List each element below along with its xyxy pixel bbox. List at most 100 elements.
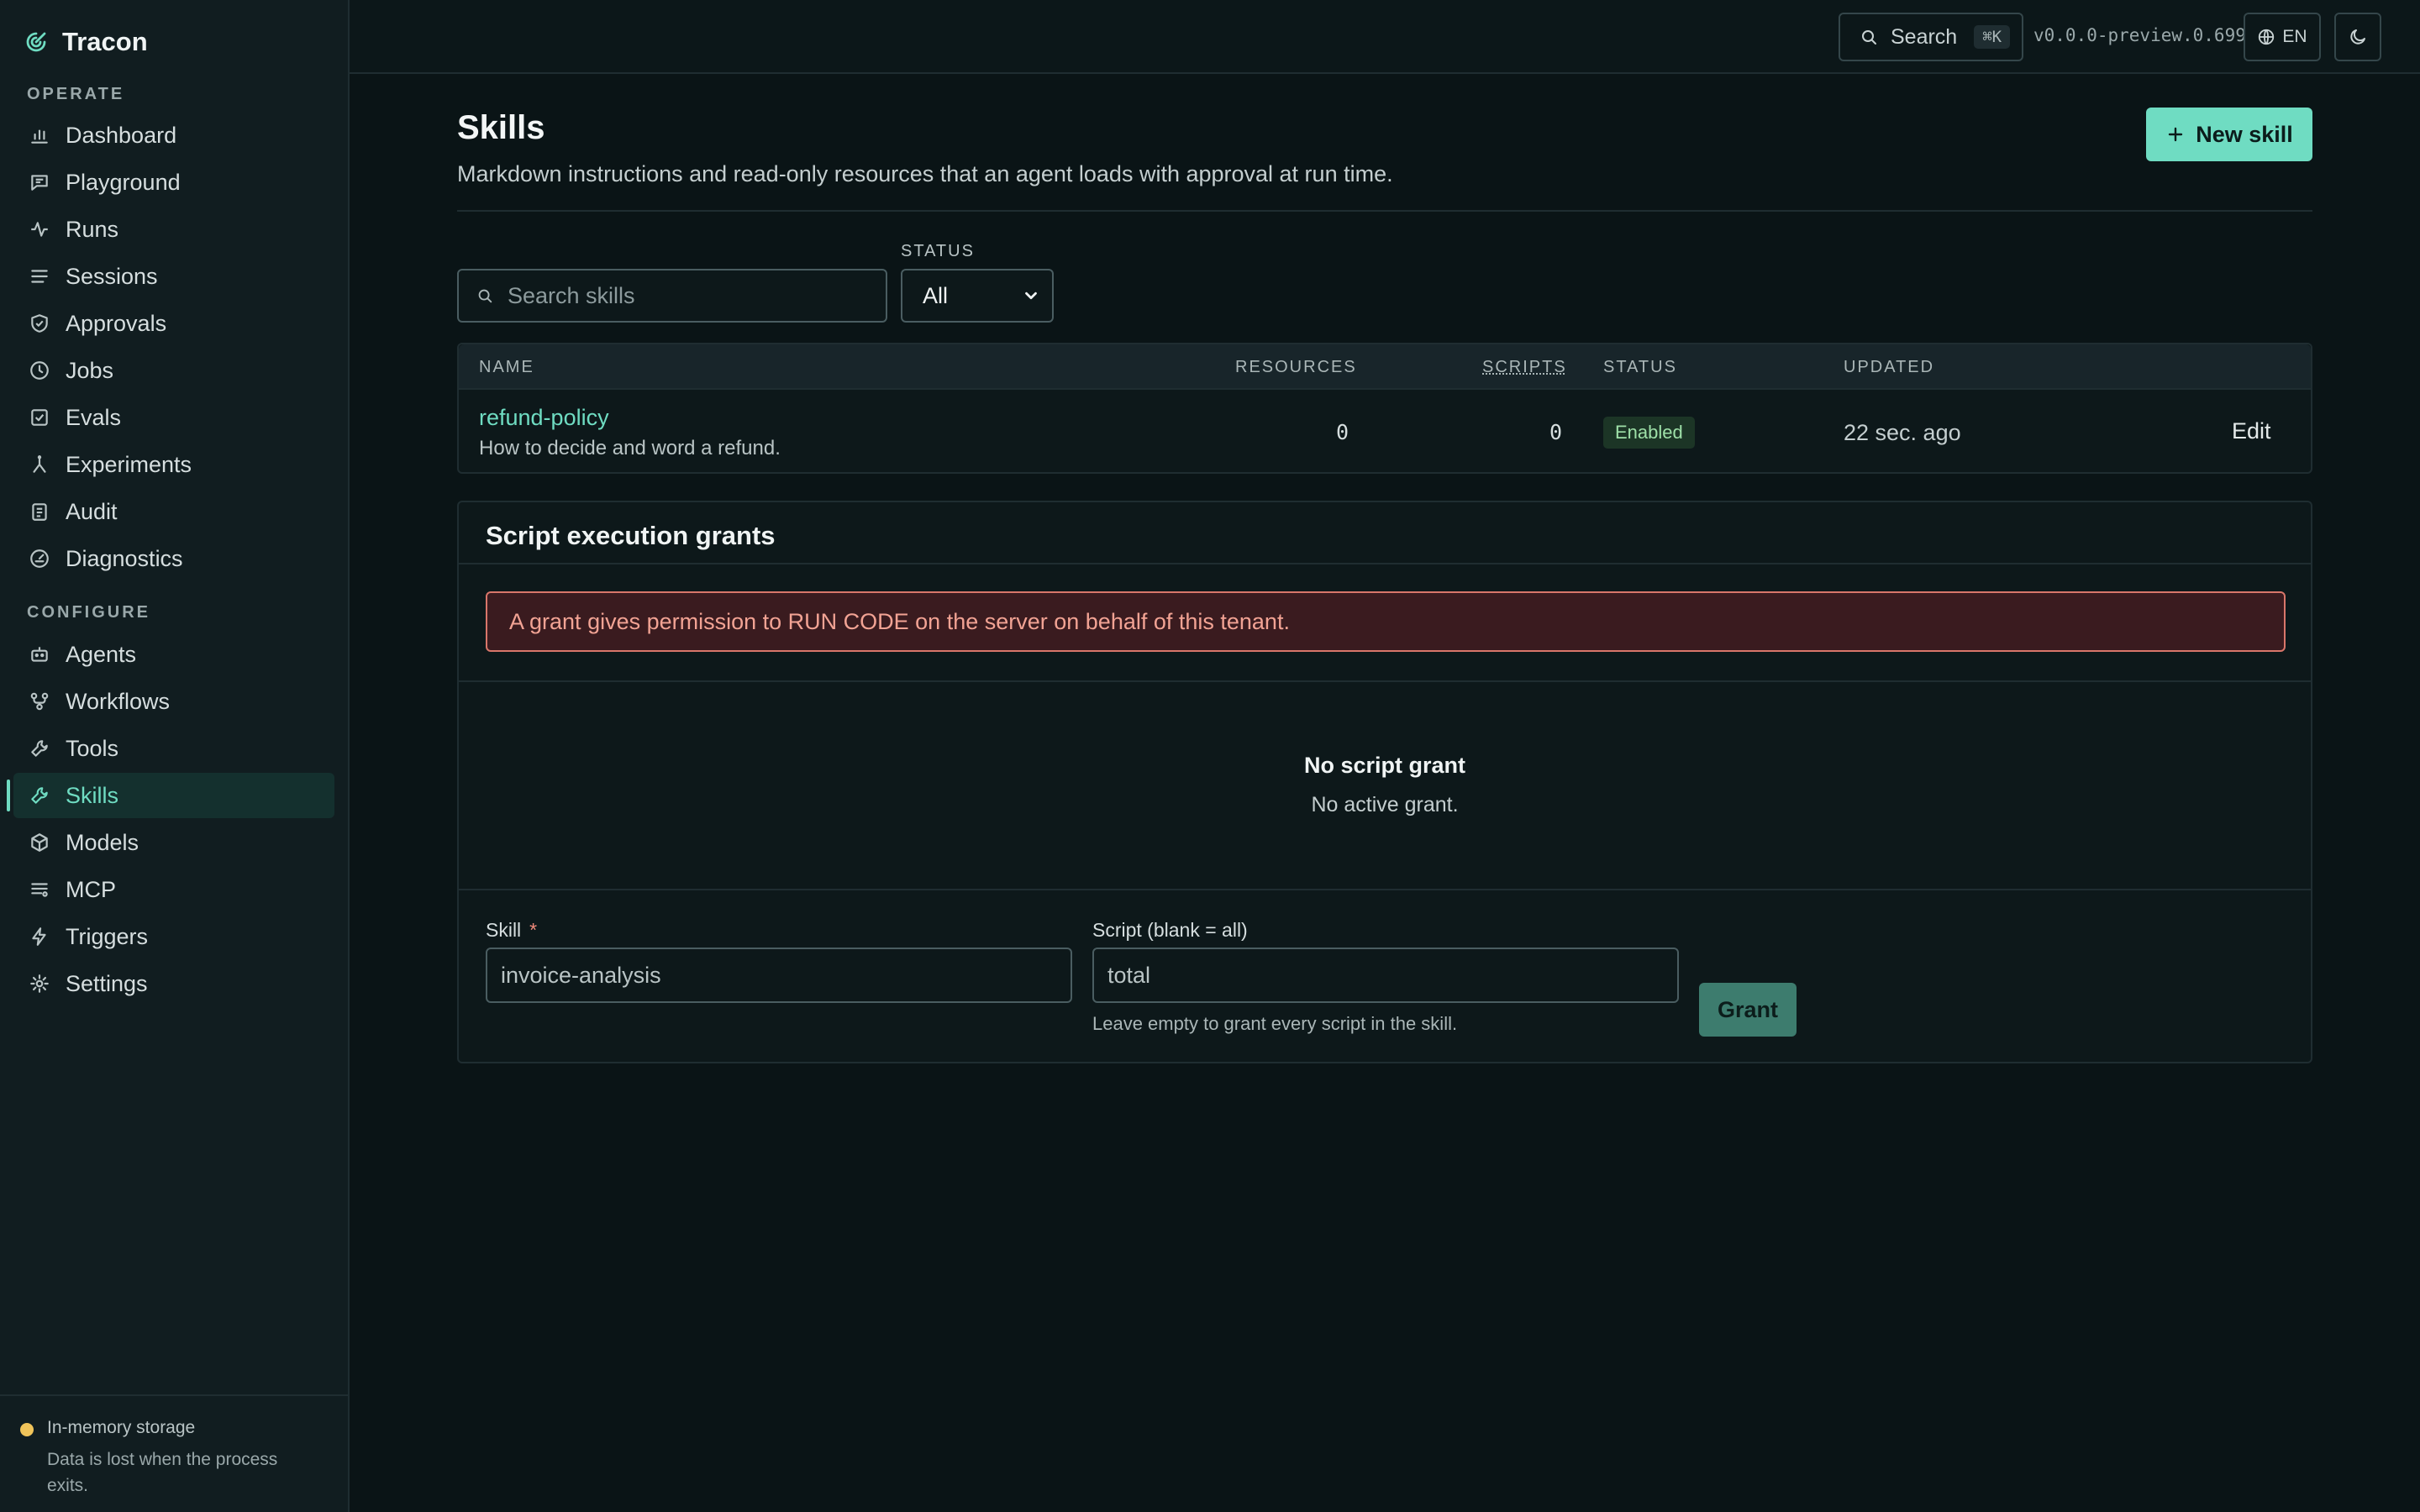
sidebar-item-label: Evals bbox=[66, 404, 122, 430]
wrench-icon bbox=[31, 740, 48, 757]
skill-input[interactable] bbox=[501, 962, 1071, 989]
column-header-scripts[interactable]: SCRIPTS bbox=[1482, 358, 1567, 377]
language-button[interactable]: EN bbox=[2244, 13, 2321, 61]
sidebar-item-label: Audit bbox=[66, 498, 118, 524]
activity-icon bbox=[31, 222, 48, 237]
sidebar-item-models[interactable]: Models bbox=[13, 820, 334, 865]
panel-divider bbox=[459, 680, 2311, 682]
script-field[interactable] bbox=[1092, 948, 1679, 1003]
skill-description: How to decide and word a refund. bbox=[479, 437, 781, 459]
storage-notice-title: In-memory storage bbox=[47, 1418, 196, 1437]
bar-chart-icon bbox=[31, 129, 48, 144]
run-code-warning-text: A grant gives permission to RUN CODE on … bbox=[509, 608, 1290, 634]
skill-search-input[interactable] bbox=[508, 282, 860, 309]
sidebar-item-label: Settings bbox=[66, 970, 148, 996]
sidebar-item-label: Diagnostics bbox=[66, 545, 183, 571]
tracon-logo-icon bbox=[26, 32, 46, 52]
search-shortcut: ⌘K bbox=[1974, 25, 2011, 49]
skill-search-field[interactable] bbox=[457, 269, 887, 323]
sidebar-item-skills[interactable]: Skills bbox=[7, 773, 334, 818]
search-icon bbox=[1862, 30, 1876, 45]
plus-icon bbox=[2169, 127, 2183, 142]
storage-notice: In-memory storage Data is lost when the … bbox=[0, 1394, 348, 1512]
panel-divider bbox=[459, 889, 2311, 890]
storage-notice-description: Data is lost when the process exits. bbox=[47, 1450, 278, 1495]
sidebar-item-sessions[interactable]: Sessions bbox=[13, 254, 334, 299]
table-header: NAME RESOURCES SCRIPTS STATUS UPDATED bbox=[459, 344, 2311, 390]
column-header-name[interactable]: NAME bbox=[479, 358, 534, 377]
script-field-label: Script (blank = all) bbox=[1092, 919, 1248, 941]
sidebar-item-mcp[interactable]: MCP bbox=[13, 867, 334, 912]
script-field-hint: Leave empty to grant every script in the… bbox=[1092, 1013, 1458, 1034]
section-label-operate: OPERATE bbox=[27, 85, 125, 103]
flask-icon bbox=[33, 455, 46, 473]
status-badge: Enabled bbox=[1603, 417, 1695, 449]
sidebar-item-label: MCP bbox=[66, 876, 116, 902]
lightning-icon bbox=[32, 927, 46, 946]
page-subtitle: Markdown instructions and read-only reso… bbox=[457, 161, 1393, 186]
bot-icon bbox=[31, 647, 48, 662]
sidebar-item-label: Jobs bbox=[66, 357, 114, 383]
sidebar-item-jobs[interactable]: Jobs bbox=[13, 348, 334, 393]
skill-resources-count: 0 bbox=[1336, 420, 1349, 444]
column-header-resources[interactable]: RESOURCES bbox=[1235, 358, 1357, 377]
sidebar-item-agents[interactable]: Agents bbox=[13, 632, 334, 677]
new-skill-label: New skill bbox=[2196, 121, 2293, 147]
language-label: EN bbox=[2282, 27, 2307, 46]
skill-field-label: Skill * bbox=[486, 919, 537, 942]
header-divider bbox=[457, 210, 2312, 212]
warning-status-dot bbox=[20, 1423, 34, 1436]
sidebar-item-diagnostics[interactable]: Diagnostics bbox=[13, 536, 334, 581]
grant-button[interactable]: Grant bbox=[1699, 983, 1797, 1037]
sidebar-item-experiments[interactable]: Experiments bbox=[13, 442, 334, 487]
skills-table: NAME RESOURCES SCRIPTS STATUS UPDATED re… bbox=[457, 343, 2312, 474]
gear-icon bbox=[30, 974, 49, 993]
sidebar-item-label: Tools bbox=[66, 735, 119, 761]
sidebar-item-settings[interactable]: Settings bbox=[13, 961, 334, 1006]
cube-icon bbox=[31, 833, 48, 852]
status-filter-label: STATUS bbox=[901, 242, 975, 260]
sidebar-item-approvals[interactable]: Approvals bbox=[13, 301, 334, 346]
chat-icon bbox=[31, 175, 48, 191]
sidebar: Tracon OPERATE Dashboard Playground Runs… bbox=[0, 0, 350, 1512]
sidebar-item-label: Sessions bbox=[66, 263, 158, 289]
skill-field-label-text: Skill bbox=[486, 919, 522, 941]
clipboard-icon bbox=[32, 503, 47, 521]
sidebar-item-dashboard[interactable]: Dashboard bbox=[13, 113, 334, 158]
sidebar-item-label: Agents bbox=[66, 641, 137, 667]
theme-toggle-button[interactable] bbox=[2334, 13, 2381, 61]
version-label: v0.0.0-preview.0.699 bbox=[2033, 25, 2246, 45]
workflow-icon bbox=[30, 692, 49, 711]
panel-divider bbox=[459, 563, 2311, 564]
sidebar-item-runs[interactable]: Runs bbox=[13, 207, 334, 252]
sidebar-item-label: Playground bbox=[66, 169, 181, 195]
skill-scripts-count: 0 bbox=[1549, 420, 1563, 444]
list-icon bbox=[31, 270, 48, 283]
skill-name-link[interactable]: refund-policy bbox=[479, 405, 609, 431]
edit-skill-button[interactable]: Edit bbox=[2232, 418, 2271, 444]
column-header-status[interactable]: STATUS bbox=[1603, 358, 1677, 377]
global-search-button[interactable]: Search ⌘K bbox=[1839, 13, 2023, 61]
run-code-warning: A grant gives permission to RUN CODE on … bbox=[486, 591, 2286, 652]
new-skill-button[interactable]: New skill bbox=[2146, 108, 2312, 161]
sidebar-item-audit[interactable]: Audit bbox=[13, 489, 334, 534]
sidebar-item-label: Runs bbox=[66, 216, 119, 242]
script-grants-title: Script execution grants bbox=[486, 521, 776, 550]
global-search-label: Search bbox=[1891, 24, 1958, 49]
skill-updated-time: 22 sec. ago bbox=[1844, 420, 1961, 445]
sidebar-item-evals[interactable]: Evals bbox=[13, 395, 334, 440]
script-input[interactable] bbox=[1107, 962, 1677, 989]
status-filter-select[interactable]: All bbox=[901, 269, 1054, 323]
skill-icon bbox=[31, 787, 48, 804]
sidebar-item-triggers[interactable]: Triggers bbox=[13, 914, 334, 959]
skill-field[interactable] bbox=[486, 948, 1072, 1003]
brand[interactable]: Tracon bbox=[24, 27, 148, 57]
chevron-down-icon bbox=[1025, 291, 1037, 300]
sidebar-item-label: Skills bbox=[66, 782, 119, 808]
sidebar-item-workflows[interactable]: Workflows bbox=[13, 679, 334, 724]
sidebar-item-tools[interactable]: Tools bbox=[13, 726, 334, 771]
column-header-updated[interactable]: UPDATED bbox=[1844, 358, 1934, 377]
server-icon bbox=[31, 883, 48, 897]
shield-check-icon bbox=[31, 314, 48, 333]
sidebar-item-playground[interactable]: Playground bbox=[13, 160, 334, 205]
